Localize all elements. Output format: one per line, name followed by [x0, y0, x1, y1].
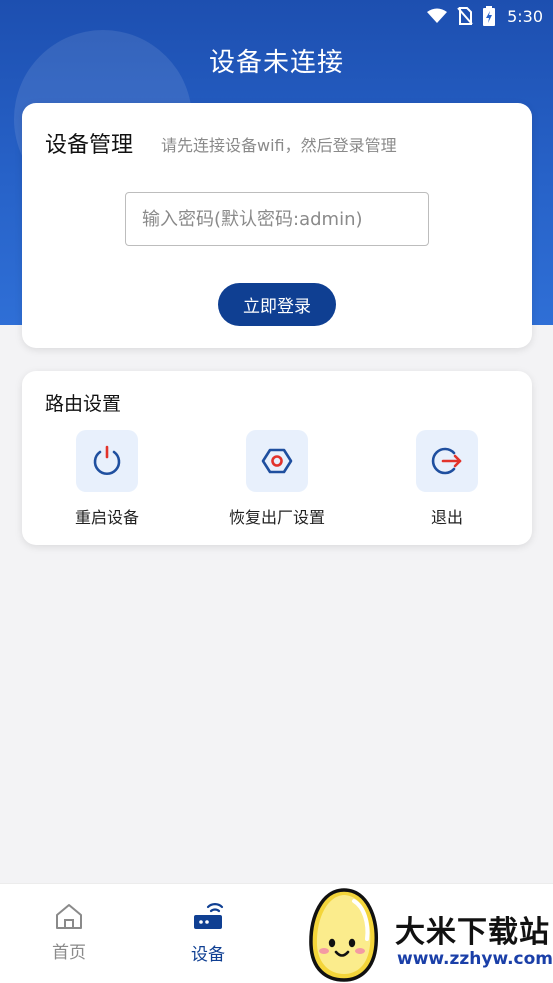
device-management-title: 设备管理 [45, 133, 134, 158]
router-settings-card: 路由设置 重启设备 恢复出厂设置 退出 [22, 371, 532, 545]
exit-label: 退出 [430, 508, 463, 527]
nav-item-home[interactable]: 首页 [29, 902, 109, 963]
nav-home-label: 首页 [52, 943, 86, 963]
site-watermark: 大米下载站 www.zzhyw.com [300, 885, 553, 983]
device-management-card: 设备管理 请先连接设备wifi，然后登录管理 立即登录 [22, 103, 532, 348]
factory-reset-button[interactable]: 恢复出厂设置 [212, 430, 342, 528]
hexagon-reset-icon [261, 448, 293, 474]
status-time: 5:30 [507, 6, 543, 26]
connect-hint-text: 请先连接设备wifi，然后登录管理 [161, 136, 397, 155]
watermark-url: www.zzhyw.com [397, 949, 553, 969]
login-button[interactable]: 立即登录 [218, 283, 336, 326]
reboot-device-label: 重启设备 [74, 508, 139, 527]
reboot-device-button[interactable]: 重启设备 [42, 430, 172, 528]
exit-icon-tile [416, 430, 478, 492]
router-icon [194, 903, 224, 929]
status-bar: 5:30 [0, 0, 553, 32]
router-settings-title: 路由设置 [45, 393, 122, 415]
watermark-title: 大米下载站 [395, 915, 550, 950]
rice-mascot-icon [309, 888, 378, 982]
nav-device-label: 设备 [191, 945, 225, 965]
power-icon [93, 445, 121, 475]
factory-reset-icon-tile [246, 430, 308, 492]
battery-charging-icon [483, 6, 496, 26]
no-sim-icon [457, 7, 473, 25]
reboot-icon-tile [76, 430, 138, 492]
home-icon [56, 904, 82, 929]
password-input[interactable] [125, 192, 429, 246]
page-title: 设备未连接 [208, 48, 344, 78]
nav-item-device[interactable]: 设备 [168, 902, 248, 965]
wifi-icon [427, 8, 448, 24]
logout-icon [431, 447, 462, 475]
exit-button[interactable]: 退出 [382, 430, 512, 528]
factory-reset-label: 恢复出厂设置 [228, 508, 325, 527]
